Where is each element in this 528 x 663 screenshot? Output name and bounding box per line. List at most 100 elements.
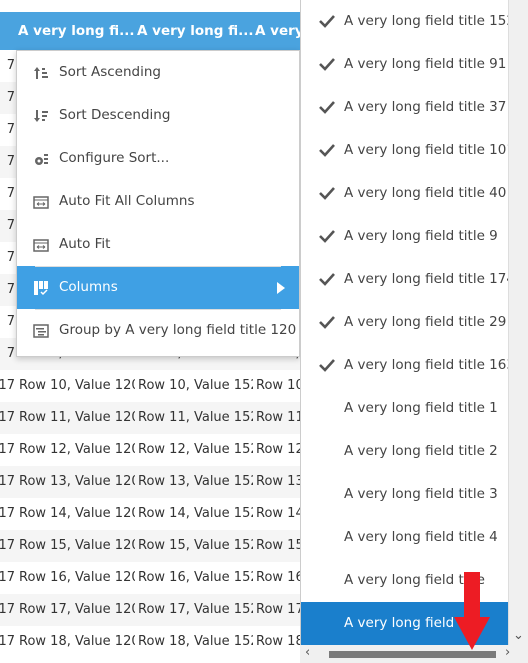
- table-cell[interactable]: Row 18, Value 120: [19, 634, 135, 649]
- table-cell[interactable]: Row 17: [256, 602, 300, 617]
- table-cell[interactable]: Row 12, Value 120: [19, 442, 135, 457]
- columns-icon: [33, 280, 49, 296]
- grid-header: A very long fi... A very long fi... A ve…: [0, 12, 304, 50]
- table-row[interactable]: 17 Row 18, Value 120 Row 18, Value 152 Row …: [0, 626, 300, 658]
- menu-item-label: Sort Ascending: [59, 64, 161, 80]
- column-header[interactable]: A very long fi...: [137, 23, 254, 39]
- column-toggle-label: A very long field title 174: [344, 271, 509, 287]
- table-cell[interactable]: Row 11, Value 152: [138, 410, 253, 425]
- table-cell[interactable]: 17: [0, 378, 15, 393]
- table-cell[interactable]: Row 11: [256, 410, 300, 425]
- table-cell[interactable]: Row 12: [256, 442, 300, 457]
- checkmark-icon: [318, 228, 336, 244]
- column-toggle-item[interactable]: A very long field title 37: [301, 86, 509, 129]
- table-cell[interactable]: 17: [0, 442, 15, 457]
- column-context-menu: Sort Ascending Sort Descending Configure S…: [16, 50, 300, 357]
- table-cell[interactable]: Row 17, Value 120: [19, 602, 135, 617]
- column-toggle-item[interactable]: A very long field title 3: [301, 473, 509, 516]
- table-cell[interactable]: Row 14, Value 152: [138, 506, 253, 521]
- table-cell[interactable]: 17: [0, 634, 15, 649]
- table-cell[interactable]: Row 13, Value 152: [138, 474, 253, 489]
- table-cell[interactable]: 17: [0, 506, 15, 521]
- menu-item-sort-ascending[interactable]: Sort Ascending: [17, 51, 299, 94]
- table-cell[interactable]: 17: [0, 474, 15, 489]
- column-toggle-label: A very long field title 4: [344, 529, 498, 545]
- column-toggle-item[interactable]: A very long field title 2: [301, 430, 509, 473]
- table-cell[interactable]: 7: [0, 186, 15, 201]
- menu-item-columns[interactable]: Columns: [17, 266, 299, 309]
- column-toggle-item[interactable]: A very long field title 9: [301, 215, 509, 258]
- submenu-arrow-icon: [277, 282, 285, 294]
- scrollbar-thumb[interactable]: [329, 651, 496, 658]
- table-cell[interactable]: Row 10, Value 120: [19, 378, 135, 393]
- table-cell[interactable]: 7: [0, 90, 15, 105]
- table-row[interactable]: 17 Row 15, Value 120 Row 15, Value 152 Row …: [0, 530, 300, 562]
- table-cell[interactable]: 7: [0, 250, 15, 265]
- table-cell[interactable]: 7: [0, 282, 15, 297]
- table-row[interactable]: 17 Row 17, Value 120 Row 17, Value 152 Row …: [0, 594, 300, 626]
- chevron-right-icon[interactable]: ›: [505, 645, 510, 660]
- table-cell[interactable]: Row 14, Value 120: [19, 506, 135, 521]
- table-cell[interactable]: 7: [0, 346, 15, 361]
- table-row[interactable]: 17 Row 14, Value 120 Row 14, Value 152 Row …: [0, 498, 300, 530]
- table-cell[interactable]: Row 15, Value 152: [138, 538, 253, 553]
- table-cell[interactable]: Row 17, Value 152: [138, 602, 253, 617]
- column-toggle-item[interactable]: A very long field title 101: [301, 129, 509, 172]
- table-cell[interactable]: 7: [0, 122, 15, 137]
- table-cell[interactable]: Row 13, Value 120: [19, 474, 135, 489]
- table-row[interactable]: 17 Row 11, Value 120 Row 11, Value 152 Row …: [0, 402, 300, 434]
- table-cell[interactable]: Row 18, Value 152: [138, 634, 253, 649]
- table-cell[interactable]: 7: [0, 314, 15, 329]
- table-row[interactable]: 17 Row 13, Value 120 Row 13, Value 152 Row …: [0, 466, 300, 498]
- column-toggle-item[interactable]: A very long field title 40: [301, 172, 509, 215]
- table-cell[interactable]: 17: [0, 602, 15, 617]
- table-cell[interactable]: Row 16, Value 152: [138, 570, 253, 585]
- table-cell[interactable]: Row 10, Value 152: [138, 378, 253, 393]
- table-cell[interactable]: 7: [0, 218, 15, 233]
- chevron-down-icon[interactable]: ⌄: [513, 628, 524, 643]
- column-toggle-label: A very long field title 101: [344, 142, 509, 158]
- checkmark-icon: [318, 13, 336, 29]
- menu-item-auto-fit-all-columns[interactable]: Auto Fit All Columns: [17, 180, 299, 223]
- menu-item-label: Auto Fit All Columns: [59, 193, 195, 209]
- column-toggle-item[interactable]: A very long field title 152: [301, 0, 509, 43]
- group-by-icon: [33, 323, 49, 339]
- column-toggle-item[interactable]: A very long field title 174: [301, 258, 509, 301]
- column-toggle-item[interactable]: A very long field title 163: [301, 344, 509, 387]
- column-header[interactable]: A very long fi...: [18, 23, 135, 39]
- menu-item-label: Sort Descending: [59, 107, 171, 123]
- vertical-scrollbar[interactable]: ⌄: [508, 0, 528, 645]
- table-cell[interactable]: 17: [0, 538, 15, 553]
- menu-item-group-by-a-very-long-field-title-120[interactable]: Group by A very long field title 120: [17, 309, 299, 352]
- table-row[interactable]: 17 Row 12, Value 120 Row 12, Value 152 Row …: [0, 434, 300, 466]
- horizontal-scrollbar[interactable]: ‹ ›: [300, 645, 528, 663]
- column-toggle-item[interactable]: A very long field title 91: [301, 43, 509, 86]
- table-cell[interactable]: Row 18: [256, 634, 300, 649]
- table-cell[interactable]: Row 16: [256, 570, 300, 585]
- chevron-left-icon[interactable]: ‹: [305, 645, 310, 660]
- checkmark-icon: [318, 271, 336, 287]
- column-header[interactable]: A very: [255, 23, 304, 39]
- table-cell[interactable]: Row 14: [256, 506, 300, 521]
- table-row[interactable]: 17 Row 16, Value 120 Row 16, Value 152 Row …: [0, 562, 300, 594]
- column-toggle-item[interactable]: A very long field title 4: [301, 516, 509, 559]
- table-cell[interactable]: Row 15, Value 120: [19, 538, 135, 553]
- table-cell[interactable]: Row 12, Value 152: [138, 442, 253, 457]
- table-cell[interactable]: Row 10: [256, 378, 300, 393]
- table-cell[interactable]: 7: [0, 58, 15, 73]
- table-cell[interactable]: Row 13: [256, 474, 300, 489]
- menu-item-configure-sort[interactable]: Configure Sort...: [17, 137, 299, 180]
- menu-item-sort-descending[interactable]: Sort Descending: [17, 94, 299, 137]
- table-row[interactable]: 17 Row 10, Value 120 Row 10, Value 152 Row …: [0, 370, 300, 402]
- menu-item-auto-fit[interactable]: Auto Fit: [17, 223, 299, 266]
- table-cell[interactable]: 7: [0, 154, 15, 169]
- column-toggle-item[interactable]: A very long field title 1: [301, 387, 509, 430]
- table-cell[interactable]: Row 16, Value 120: [19, 570, 135, 585]
- table-cell[interactable]: 17: [0, 570, 15, 585]
- auto-fit-icon: [33, 237, 49, 253]
- table-cell[interactable]: Row 15: [256, 538, 300, 553]
- column-toggle-item[interactable]: A very long field title 29: [301, 301, 509, 344]
- table-cell[interactable]: Row 11, Value 120: [19, 410, 135, 425]
- column-toggle-label: A very long field title 37: [344, 99, 507, 115]
- table-cell[interactable]: 17: [0, 410, 15, 425]
